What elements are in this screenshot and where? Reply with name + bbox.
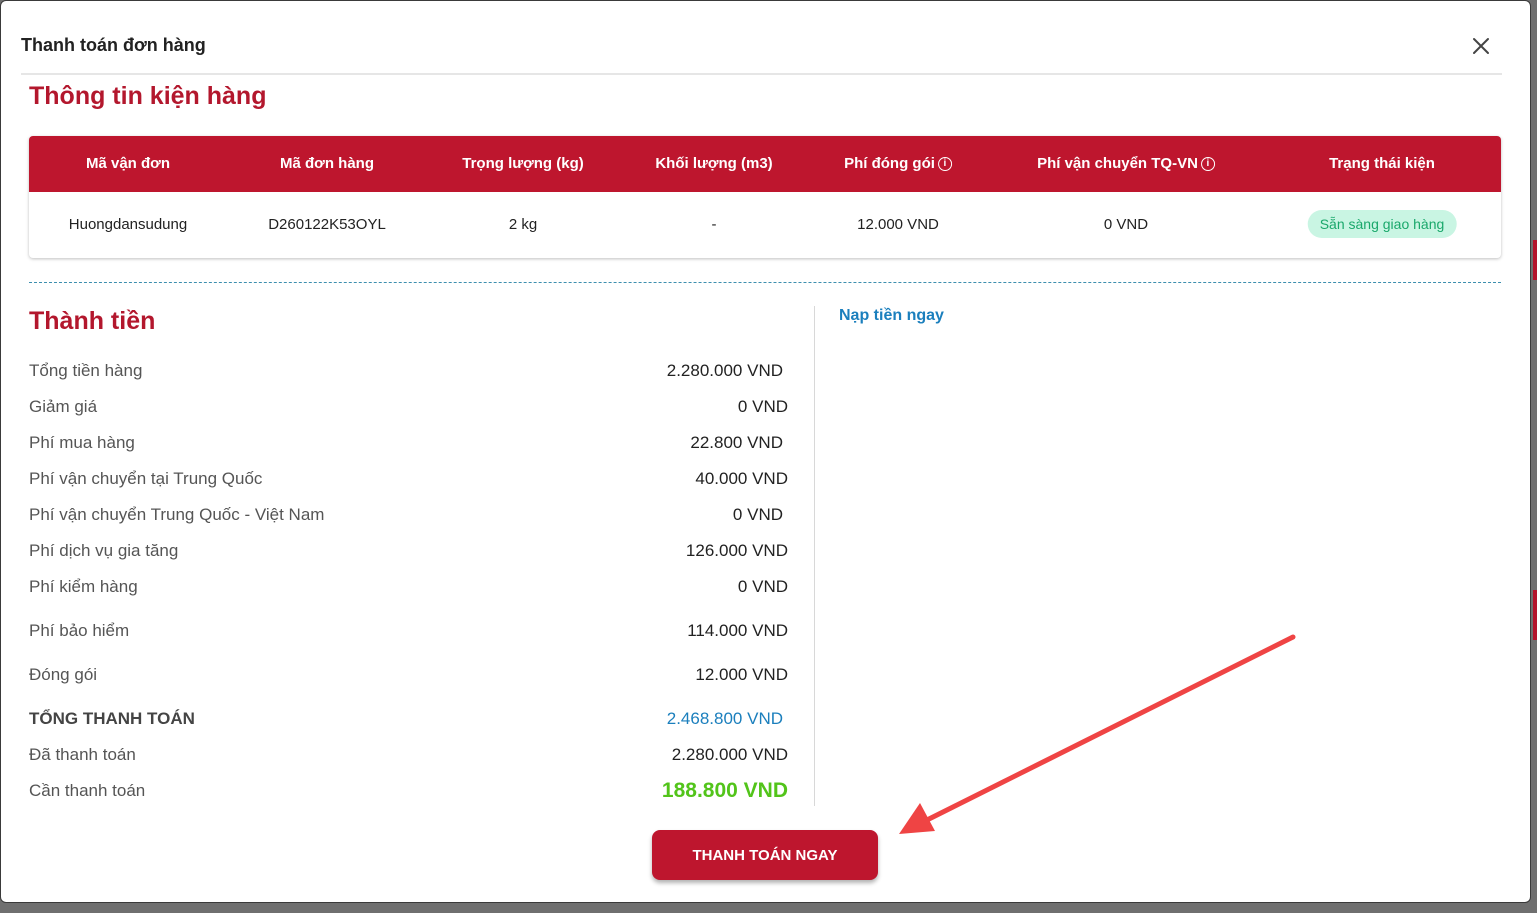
close-button[interactable]: [1470, 35, 1492, 57]
totals-row-label: Phí bảo hiểm: [29, 621, 130, 640]
cell-volume: -: [711, 216, 717, 233]
totals-row-label: Đã thanh toán: [29, 745, 136, 764]
pay-now-button[interactable]: THANH TOÁN NGAY: [652, 830, 878, 880]
amount-due-value: 188.800 VND: [661, 779, 788, 802]
totals-row-label: Phí dịch vụ gia tăng: [29, 541, 179, 560]
info-icon[interactable]: i: [937, 156, 952, 171]
totals-row-value: 114.000 VND: [687, 621, 788, 640]
topup-link[interactable]: Nạp tiền ngay: [839, 307, 944, 325]
totals-section-title: Thành tiền: [29, 307, 156, 335]
cell-tracking-code: Huongdansudung: [68, 216, 188, 233]
vertical-divider: [814, 306, 815, 806]
totals-row-label: Đóng gói: [29, 665, 98, 684]
totals-row-label: Phí mua hàng: [29, 433, 135, 452]
column-header-volume: Khối lượng (m3): [655, 155, 773, 172]
modal-header: Thanh toán đơn hàng: [21, 23, 1502, 75]
package-table: Mã vận đơn Mã đơn hàng Trọng lượng (kg) …: [29, 136, 1501, 258]
cell-packing-fee: 12.000 VND: [857, 216, 939, 233]
payment-modal: Thanh toán đơn hàng Thông tin kiện hàng …: [0, 0, 1531, 903]
info-icon[interactable]: i: [1200, 156, 1215, 171]
totals-row-value: 2.280.000 VND: [671, 745, 788, 764]
cell-weight: 2 kg: [508, 216, 538, 233]
cell-shipping-fee: 0 VND: [1103, 216, 1149, 233]
modal-title: Thanh toán đơn hàng: [21, 35, 206, 55]
column-header-tracking-code: Mã vận đơn: [85, 155, 171, 172]
status-cell: Sẵn sàng giao hàng: [1307, 210, 1457, 238]
column-header-status: Trạng thái kiện: [1329, 155, 1435, 172]
totals-row-value: 0 VND: [732, 505, 783, 524]
close-icon: [1473, 38, 1489, 54]
grand-total-value: 2.468.800 VND: [666, 709, 783, 728]
column-header-order-code: Mã đơn hàng: [280, 155, 374, 172]
totals-row-label: Phí kiểm hàng: [29, 577, 138, 596]
status-badge: Sẵn sàng giao hàng: [1307, 210, 1457, 238]
totals-row-value: 2.280.000 VND: [666, 361, 783, 380]
totals-row-label: Tổng tiền hàng: [29, 361, 143, 380]
totals-row-value: 12.000 VND: [695, 665, 788, 684]
totals-row-label: Giảm giá: [29, 397, 98, 416]
column-header-weight: Trọng lượng (kg): [462, 155, 584, 172]
totals-row-label: TỔNG THANH TOÁN: [29, 709, 195, 728]
cell-order-code: D260122K53OYL: [268, 216, 386, 233]
totals-row-label: Phí vận chuyển Trung Quốc - Việt Nam: [29, 505, 325, 524]
background-accent: [1533, 590, 1537, 640]
totals-row-value: 22.800 VND: [690, 433, 783, 452]
totals-row-value: 0 VND: [737, 397, 788, 416]
package-section-title: Thông tin kiện hàng: [29, 82, 267, 110]
section-divider: [29, 282, 1501, 283]
totals-row-label: Cần thanh toán: [29, 781, 146, 800]
totals-row-label: Phí vận chuyển tại Trung Quốc: [29, 469, 263, 488]
column-header-packing-fee: Phí đóng gói i: [844, 155, 952, 172]
column-header-shipping-fee: Phí vận chuyển TQ-VN i: [1037, 155, 1215, 172]
totals-row-value: 40.000 VND: [695, 469, 788, 488]
totals-row-value: 126.000 VND: [685, 541, 788, 560]
background-accent: [1533, 240, 1537, 280]
totals-row-value: 0 VND: [737, 577, 788, 596]
